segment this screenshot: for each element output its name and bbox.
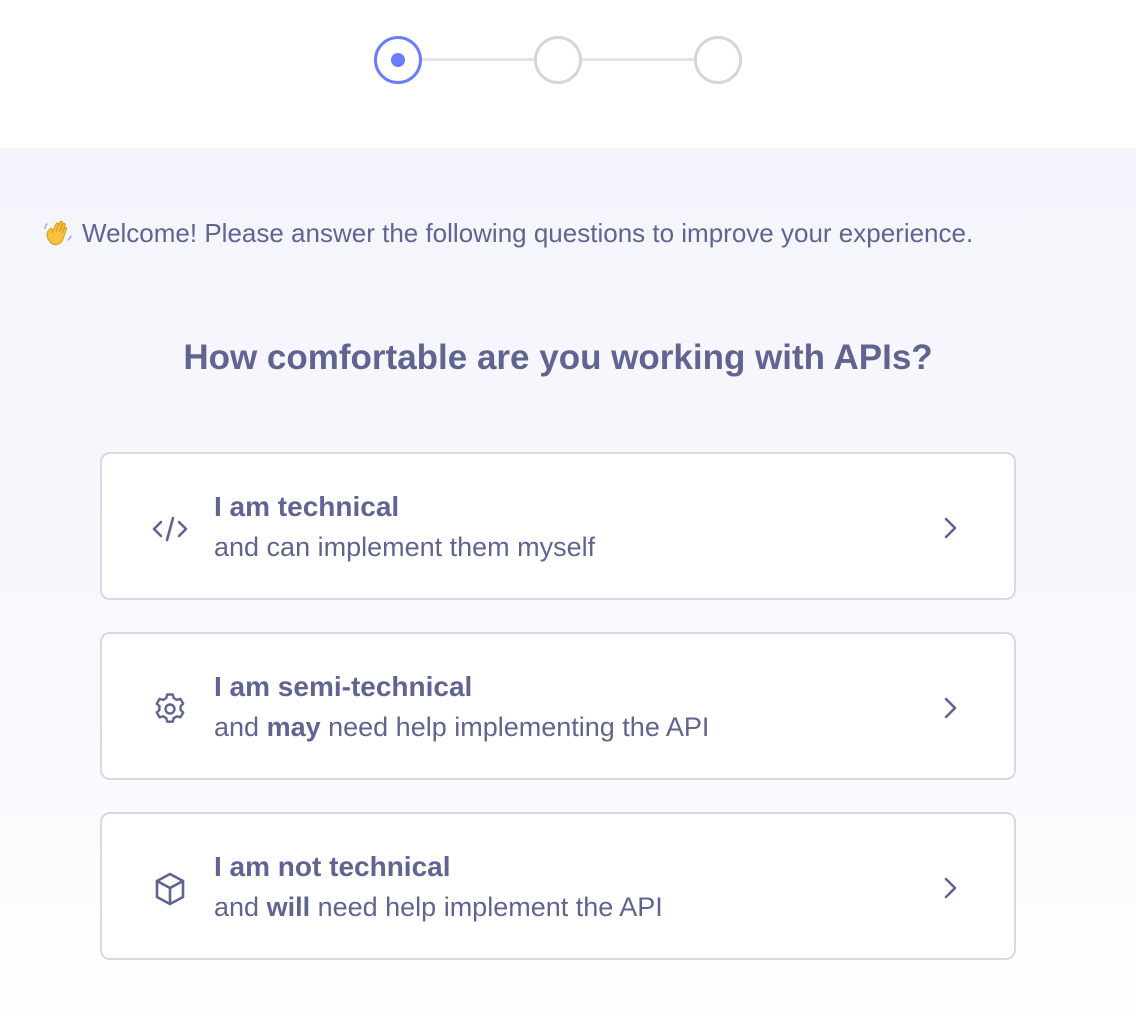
cube-icon bbox=[150, 869, 190, 909]
option-subtitle: and may need help implementing the API bbox=[214, 712, 710, 742]
option-subtitle: and will need help implement the API bbox=[214, 892, 663, 922]
gear-icon bbox=[150, 689, 190, 729]
step-2-indicator bbox=[534, 36, 582, 84]
step-1-indicator bbox=[374, 36, 422, 84]
waving-hand-icon bbox=[42, 217, 74, 249]
welcome-message: Welcome! Please answer the following que… bbox=[42, 216, 973, 250]
option-not-technical[interactable]: I am not technical and will need help im… bbox=[100, 812, 1016, 960]
stepper-connector bbox=[580, 58, 696, 61]
option-subtitle: and can implement them myself bbox=[214, 532, 596, 562]
progress-header bbox=[0, 0, 1136, 148]
option-semi-technical[interactable]: I am semi-technical and may need help im… bbox=[100, 632, 1016, 780]
chevron-right-icon bbox=[938, 874, 962, 902]
chevron-right-icon bbox=[938, 694, 962, 722]
option-title: I am semi-technical bbox=[214, 671, 473, 702]
welcome-text: Welcome! Please answer the following que… bbox=[82, 217, 974, 248]
option-title: I am not technical bbox=[214, 851, 451, 882]
step-3-indicator bbox=[694, 36, 742, 84]
code-icon bbox=[150, 509, 190, 549]
chevron-right-icon bbox=[938, 514, 962, 542]
active-step-dot bbox=[391, 53, 405, 67]
option-technical[interactable]: I am technical and can implement them my… bbox=[100, 452, 1016, 600]
option-title: I am technical bbox=[214, 491, 400, 522]
stepper-connector bbox=[420, 58, 536, 61]
question-heading: How comfortable are you working with API… bbox=[183, 338, 933, 377]
